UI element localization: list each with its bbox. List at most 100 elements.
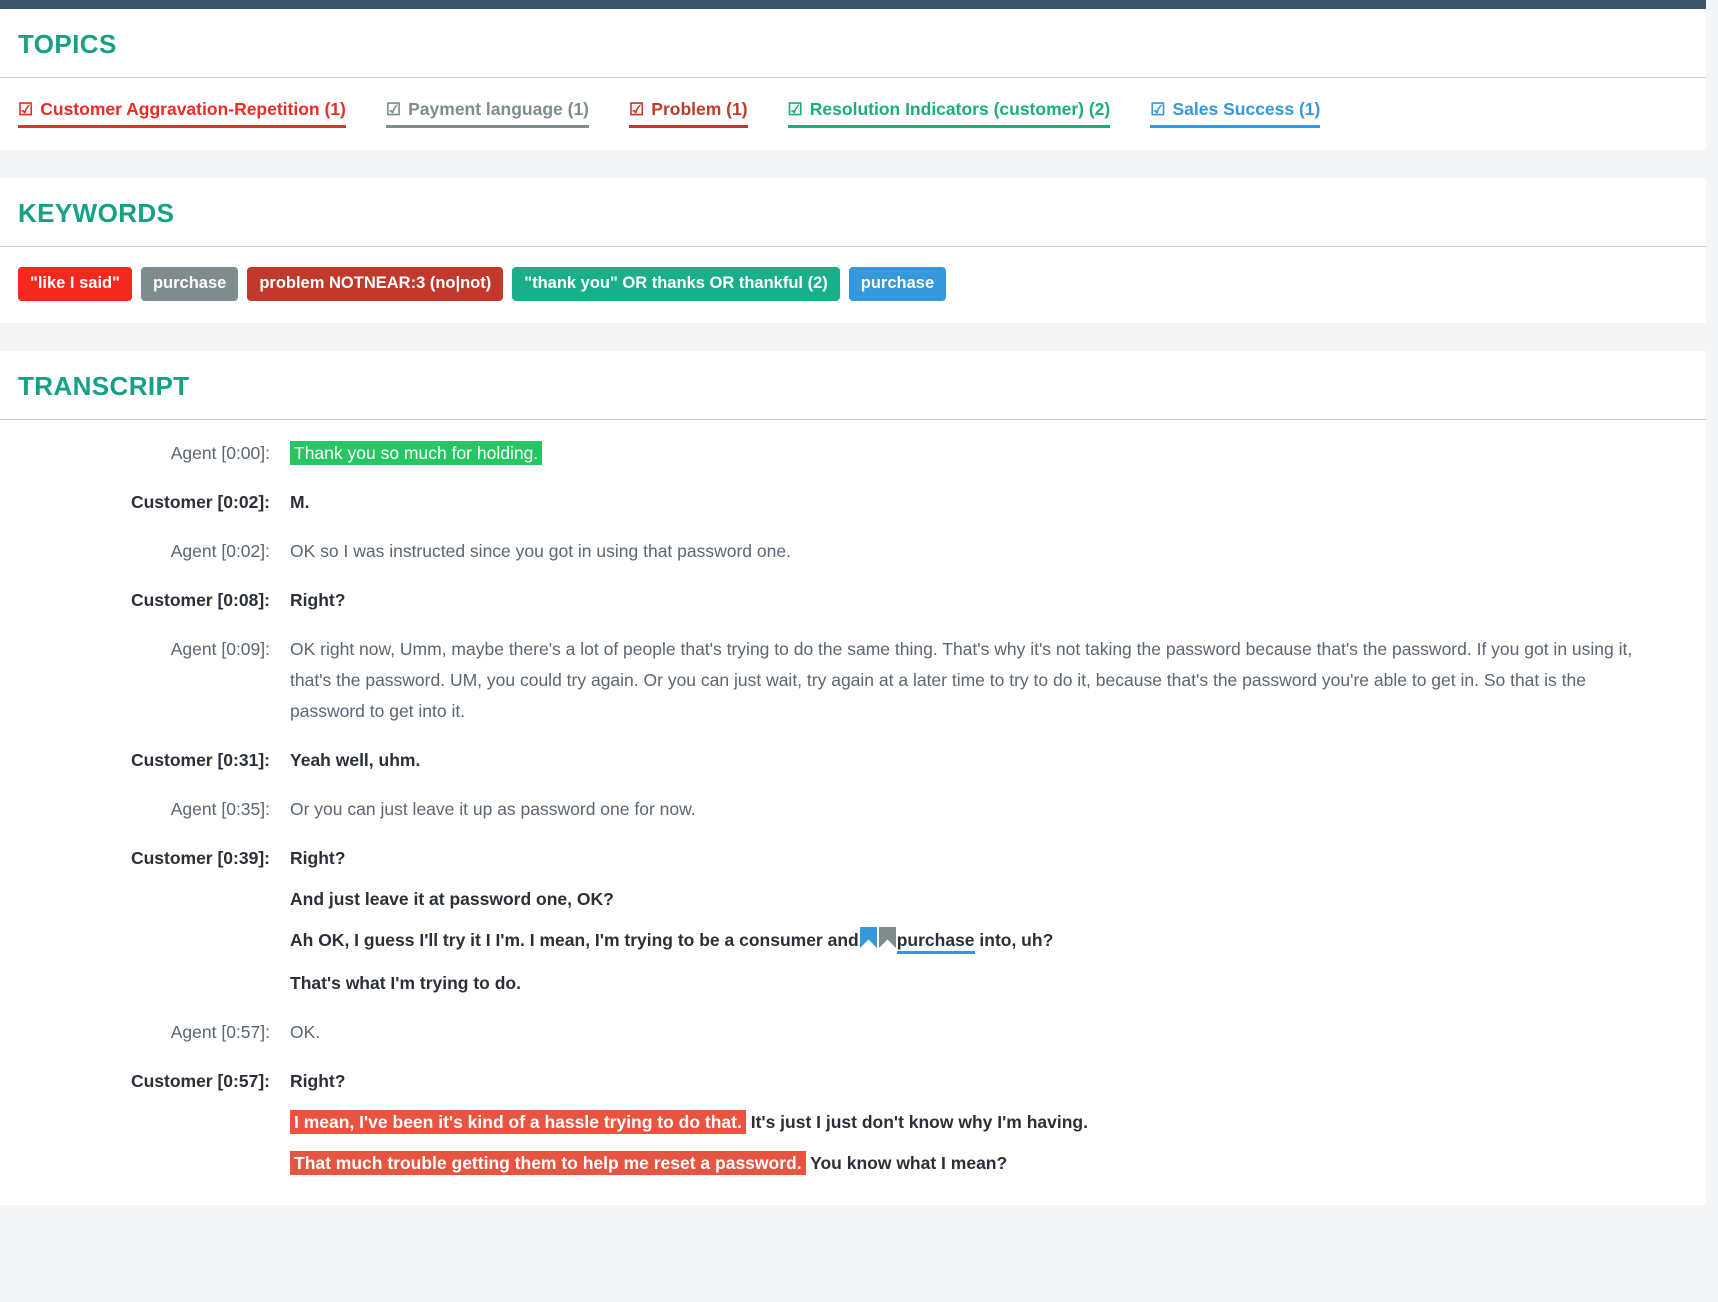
speaker-timestamp: Agent [0:57]:: [18, 1017, 290, 1048]
speaker-timestamp: Agent [0:09]:: [18, 634, 290, 665]
checkbox-checked-icon: ☑: [1150, 101, 1165, 118]
turn-lines: Yeah well, uhm.: [290, 745, 1688, 776]
highlight-negative[interactable]: That much trouble getting them to help m…: [290, 1151, 806, 1175]
topics-card: TOPICS ☑ Customer Aggravation-Repetition …: [0, 9, 1706, 150]
transcript-list: Agent [0:00]:Thank you so much for holdi…: [0, 420, 1706, 1205]
turn-lines: OK so I was instructed since you got in …: [290, 536, 1688, 567]
section-gap: [0, 150, 1706, 178]
transcript-turn: Agent [0:57]:OK.: [18, 1017, 1688, 1048]
transcript-turn: Customer [0:08]:Right?: [18, 585, 1688, 616]
speaker-timestamp: Customer [0:39]:: [18, 843, 290, 874]
keywords-card-body: "like I said" purchase problem NOTNEAR:3 (…: [0, 247, 1706, 323]
highlight-positive[interactable]: Thank you so much for holding.: [290, 441, 542, 465]
transcript-title: TRANSCRIPT: [18, 373, 1688, 399]
topic-label: Problem (1): [651, 98, 747, 122]
transcript-text: Right?: [290, 590, 345, 610]
transcript-line: OK.: [290, 1017, 1648, 1048]
transcript-text: It's just I just don't know why I'm havi…: [746, 1112, 1088, 1132]
keywords-title: KEYWORDS: [18, 200, 1688, 226]
transcript-text: Right?: [290, 1071, 345, 1091]
section-gap: [0, 323, 1706, 351]
topic-label: Customer Aggravation-Repetition (1): [40, 98, 346, 122]
transcript-text: You know what I mean?: [806, 1153, 1008, 1173]
topics-card-body: ☑ Customer Aggravation-Repetition (1) ☑ Pay…: [0, 78, 1706, 150]
transcript-text: Ah OK, I guess I'll try it I I'm. I mean…: [290, 930, 859, 950]
transcript-line: OK so I was instructed since you got in …: [290, 536, 1648, 567]
transcript-text: OK.: [290, 1022, 320, 1042]
transcript-line: That much trouble getting them to help m…: [290, 1148, 1648, 1179]
page-container: TOPICS ☑ Customer Aggravation-Repetition …: [0, 9, 1706, 1205]
transcript-line: OK right now, Umm, maybe there's a lot o…: [290, 634, 1648, 727]
transcript-turn: Agent [0:00]:Thank you so much for holdi…: [18, 438, 1688, 469]
speaker-timestamp: Agent [0:02]:: [18, 536, 290, 567]
checkbox-checked-icon: ☑: [788, 101, 803, 118]
speaker-timestamp: Customer [0:02]:: [18, 487, 290, 518]
keywords-list: "like I said" purchase problem NOTNEAR:3 (…: [18, 267, 1688, 301]
keyword-hit-link[interactable]: purchase: [897, 930, 975, 954]
highlight-negative[interactable]: I mean, I've been it's kind of a hassle …: [290, 1110, 746, 1134]
keyword-chip[interactable]: problem NOTNEAR:3 (no|not): [247, 267, 503, 301]
keyword-chip[interactable]: "thank you" OR thanks OR thankful (2): [512, 267, 840, 301]
keywords-card-header: KEYWORDS: [0, 178, 1706, 247]
turn-lines: OK right now, Umm, maybe there's a lot o…: [290, 634, 1688, 727]
keyword-chip[interactable]: "like I said": [18, 267, 132, 301]
keyword-chip[interactable]: purchase: [141, 267, 238, 301]
transcript-line: M.: [290, 487, 1648, 518]
transcript-turn: Agent [0:09]:OK right now, Umm, maybe th…: [18, 634, 1688, 727]
transcript-text: That's what I'm trying to do.: [290, 973, 521, 993]
checkbox-checked-icon: ☑: [386, 101, 401, 118]
transcript-text: Or you can just leave it up as password …: [290, 799, 696, 819]
speaker-timestamp: Agent [0:00]:: [18, 438, 290, 469]
transcript-turn: Customer [0:57]:Right? I mean, I've been …: [18, 1066, 1688, 1179]
transcript-line: Yeah well, uhm.: [290, 745, 1648, 776]
speaker-timestamp: Agent [0:35]:: [18, 794, 290, 825]
checkbox-checked-icon: ☑: [18, 101, 33, 118]
app-top-bar: [0, 0, 1706, 9]
transcript-turn: Agent [0:35]:Or you can just leave it up…: [18, 794, 1688, 825]
transcript-text: And just leave it at password one, OK?: [290, 889, 614, 909]
transcript-line: Thank you so much for holding.: [290, 438, 1648, 469]
topics-title: TOPICS: [18, 31, 1688, 57]
transcript-line: Ah OK, I guess I'll try it I I'm. I mean…: [290, 925, 1648, 958]
topic-chip[interactable]: ☑ Problem (1): [629, 98, 748, 128]
transcript-text: OK right now, Umm, maybe there's a lot o…: [290, 639, 1632, 721]
transcript-line: Right?: [290, 843, 1648, 874]
transcript-card: TRANSCRIPT Agent [0:00]:Thank you so muc…: [0, 351, 1706, 1205]
topic-label: Sales Success (1): [1173, 98, 1321, 122]
transcript-turn: Customer [0:02]:M.: [18, 487, 1688, 518]
topic-chip[interactable]: ☑Resolution Indicators (customer) (2): [788, 98, 1111, 128]
transcript-text: Right?: [290, 848, 345, 868]
transcript-line: And just leave it at password one, OK?: [290, 884, 1648, 915]
transcript-line: I mean, I've been it's kind of a hassle …: [290, 1107, 1648, 1138]
bookmark-flag-blue-icon[interactable]: [860, 927, 877, 958]
turn-lines: Or you can just leave it up as password …: [290, 794, 1688, 825]
topic-chip[interactable]: ☑ Customer Aggravation-Repetition (1): [18, 98, 346, 128]
speaker-timestamp: Customer [0:57]:: [18, 1066, 290, 1097]
transcript-text: Yeah well, uhm.: [290, 750, 420, 770]
turn-lines: Right? And just leave it at password one,…: [290, 843, 1688, 999]
transcript-turn: Agent [0:02]:OK so I was instructed sinc…: [18, 536, 1688, 567]
turn-lines: Thank you so much for holding.: [290, 438, 1688, 469]
transcript-line: Right?: [290, 585, 1648, 616]
transcript-card-header: TRANSCRIPT: [0, 351, 1706, 420]
transcript-line: Right?: [290, 1066, 1648, 1097]
turn-lines: Right?: [290, 585, 1688, 616]
topic-chip[interactable]: ☑ Sales Success (1): [1150, 98, 1320, 128]
transcript-text: OK so I was instructed since you got in …: [290, 541, 791, 561]
speaker-timestamp: Customer [0:08]:: [18, 585, 290, 616]
turn-lines: OK.: [290, 1017, 1688, 1048]
transcript-line: That's what I'm trying to do.: [290, 968, 1648, 999]
checkbox-checked-icon: ☑: [629, 101, 644, 118]
speaker-timestamp: Customer [0:31]:: [18, 745, 290, 776]
keywords-card: KEYWORDS "like I said" purchase problem NO…: [0, 178, 1706, 323]
transcript-turn: Customer [0:31]:Yeah well, uhm.: [18, 745, 1688, 776]
topic-chip[interactable]: ☑ Payment language (1): [386, 98, 589, 128]
topics-card-header: TOPICS: [0, 9, 1706, 78]
keyword-chip[interactable]: purchase: [849, 267, 946, 301]
topic-label: Payment language (1): [408, 98, 589, 122]
bookmark-flag-gray-icon[interactable]: [879, 927, 896, 958]
transcript-turn: Customer [0:39]:Right? And just leave it …: [18, 843, 1688, 999]
topics-list: ☑ Customer Aggravation-Repetition (1) ☑ Pay…: [18, 98, 1688, 128]
transcript-line: Or you can just leave it up as password …: [290, 794, 1648, 825]
transcript-text: M.: [290, 492, 309, 512]
